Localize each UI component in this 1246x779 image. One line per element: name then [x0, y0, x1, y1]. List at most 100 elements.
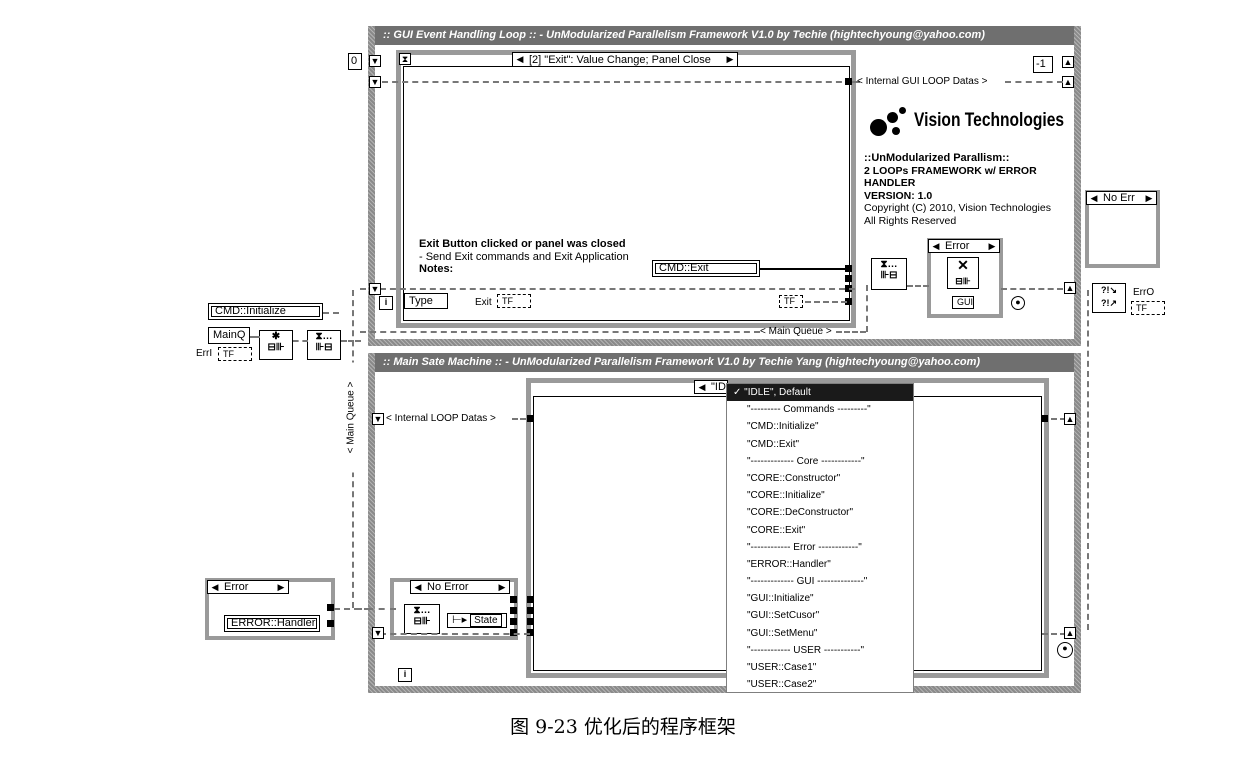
enqueue-element-node[interactable]: ⧗… ⊪⊟ [871, 258, 907, 290]
main-queue-wire-up [866, 285, 868, 332]
previous-case-icon[interactable]: ◀ [931, 241, 941, 252]
next-case-icon[interactable]: ▶ [1144, 193, 1154, 204]
bottom-data-wire-right [1042, 633, 1066, 635]
gui-shift-register-label: < Internal GUI LOOP Datas > [857, 76, 988, 87]
menu-item-core-separator[interactable]: "------------- Core ------------" [727, 453, 913, 470]
erri-label: ErrI [196, 348, 213, 359]
menu-item-cmd-initialize[interactable]: "CMD::Initialize" [727, 418, 913, 435]
tunnel-icon [845, 265, 852, 272]
erro-label: ErrO [1133, 287, 1155, 298]
dequeue-element-node[interactable]: ⧗… ⊟⊪ [404, 604, 440, 634]
obtain-queue-node[interactable]: ✱ ⊟⊪ [259, 330, 293, 360]
no-error-selector[interactable]: ◀ No Error ▶ [410, 580, 510, 594]
bool-wire [805, 301, 847, 303]
no-err-selector[interactable]: ◀ No Err ▶ [1086, 191, 1157, 205]
cmd-initialize-constant[interactable]: CMD::Initialize [208, 303, 323, 320]
logo-dot-small [899, 107, 906, 114]
tunnel-icon [510, 596, 517, 603]
error-wire-out [1001, 288, 1063, 290]
menu-item-user-separator[interactable]: "------------ USER -----------" [727, 642, 913, 659]
shift-register-left2-icon[interactable]: ▼ [369, 76, 381, 88]
shift-register-left-icon[interactable]: ▼ [369, 55, 381, 67]
stop-terminal-icon[interactable]: ● [1011, 296, 1025, 310]
menu-item-commands-separator[interactable]: "--------- Commands ---------" [727, 401, 913, 418]
menu-item-user-case2[interactable]: "USER::Case2" [727, 676, 913, 692]
state-case-selector[interactable]: ◀ "ID [694, 380, 728, 394]
menu-item-gui-separator[interactable]: "------------- GUI --------------" [727, 573, 913, 590]
next-case-icon[interactable]: ▶ [725, 54, 735, 65]
menu-item-core-exit[interactable]: "CORE::Exit" [727, 522, 913, 539]
state-iteration-terminal: i [398, 668, 412, 682]
previous-case-icon[interactable]: ◀ [413, 582, 423, 593]
tunnel-icon [510, 618, 517, 625]
outside-error-selector[interactable]: ◀ Error ▶ [207, 580, 289, 594]
tunnel-icon [527, 607, 534, 614]
previous-case-icon[interactable]: ◀ [1089, 193, 1099, 204]
state-shift-register-right2-icon[interactable]: ▲ [1064, 627, 1076, 639]
event-type-node[interactable]: Type [404, 293, 448, 309]
shift-register-right3-icon[interactable]: ▲ [1064, 282, 1076, 294]
error-case-selector[interactable]: ◀ Error ▶ [928, 239, 1000, 253]
next-case-icon[interactable]: ▶ [276, 582, 286, 593]
menu-item-gui-setcusor[interactable]: "GUI::SetCusor" [727, 607, 913, 624]
iteration-constant[interactable]: 0 [348, 53, 362, 70]
release-queue-node[interactable]: ✕ ⊟⊪ [947, 257, 979, 289]
case-dropdown-menu[interactable]: ✓ "IDLE", Default "--------- Commands --… [726, 383, 914, 693]
mainq-control[interactable]: MainQ [208, 327, 250, 344]
menu-item-core-initialize[interactable]: "CORE::Initialize" [727, 487, 913, 504]
main-queue-label: < Main Queue > [760, 326, 832, 337]
event-structure-content [403, 66, 850, 321]
enqueue-init-node[interactable]: ⧗… ⊪⊟ [307, 330, 341, 360]
menu-item-gui-initialize[interactable]: "GUI::Initialize" [727, 590, 913, 607]
main-queue-wire-tail [836, 331, 866, 333]
menu-item-cmd-exit[interactable]: "CMD::Exit" [727, 436, 913, 453]
menu-item-core-deconstructor[interactable]: "CORE::DeConstructor" [727, 504, 913, 521]
tunnel-icon [845, 275, 852, 282]
menu-item-core-constructor[interactable]: "CORE::Constructor" [727, 470, 913, 487]
gui-inner-indicator: GUI [952, 296, 974, 309]
iteration-terminal: i [379, 296, 393, 310]
branding-rights: All Rights Reserved [864, 214, 957, 227]
menu-item-error-handler[interactable]: "ERROR::Handler" [727, 556, 913, 573]
error-merge-node[interactable]: ?!↘ ?!↗ [1092, 283, 1126, 313]
branding-text: ::UnModularized Parallism:: 2 LOOPs FRAM… [864, 152, 1051, 227]
next-case-icon[interactable]: ▶ [987, 241, 997, 252]
state-shift-register-left-icon[interactable]: ▼ [372, 413, 384, 425]
right-link-wire [1087, 290, 1089, 630]
state-stop-terminal-icon[interactable]: ● [1057, 642, 1073, 658]
menu-item-gui-setmenu[interactable]: "GUI::SetMenu" [727, 625, 913, 642]
logo-dot-large [870, 119, 887, 136]
branding-line2: HANDLER [864, 177, 916, 189]
event-case-selector[interactable]: ◀ [2] "Exit": Value Change; Panel Close … [512, 52, 738, 67]
erri-control[interactable]: TF [218, 347, 252, 361]
shift-register-left3-icon[interactable]: ▼ [369, 283, 381, 295]
error-handler-constant[interactable]: ERROR::Handler [224, 615, 320, 632]
state-shift-register-label: < Internal LOOP Datas > [386, 413, 496, 424]
company-name: Vision Technologies [914, 110, 1065, 131]
shift-register-right-icon[interactable]: ▲ [1062, 56, 1074, 68]
previous-case-icon[interactable]: ◀ [697, 382, 707, 393]
notes-label: Notes: [419, 263, 454, 275]
vision-logo [868, 107, 908, 137]
previous-case-icon[interactable]: ◀ [515, 54, 525, 65]
state-shift-register-left2-icon[interactable]: ▼ [372, 627, 384, 639]
previous-case-icon[interactable]: ◀ [210, 582, 220, 593]
bottom-data-wire [380, 633, 530, 635]
menu-item-error-separator[interactable]: "------------ Error ------------" [727, 539, 913, 556]
state-output: ⊢▸ State [447, 613, 507, 628]
state-shift-register-right-icon[interactable]: ▲ [1064, 413, 1076, 425]
tunnel-icon [327, 604, 334, 611]
shift-register-right2-icon[interactable]: ▲ [1062, 76, 1074, 88]
right-constant[interactable]: -1 [1033, 56, 1053, 73]
queue-wire-3 [341, 340, 361, 342]
gui-data-wire-end [1005, 81, 1063, 83]
menu-item-idle[interactable]: ✓ "IDLE", Default [727, 384, 913, 402]
error-wire [907, 285, 929, 287]
erro-indicator: TF [1131, 301, 1165, 315]
next-case-icon[interactable]: ▶ [497, 582, 507, 593]
cmd-exit-constant[interactable]: CMD::Exit [652, 260, 760, 277]
menu-item-user-case1[interactable]: "USER::Case1" [727, 659, 913, 676]
logo-dot-tiny [892, 127, 900, 135]
exit-caption-line: - Send Exit commands and Exit Applicatio… [419, 250, 629, 263]
branding-heading: ::UnModularized Parallism:: [864, 152, 1010, 164]
